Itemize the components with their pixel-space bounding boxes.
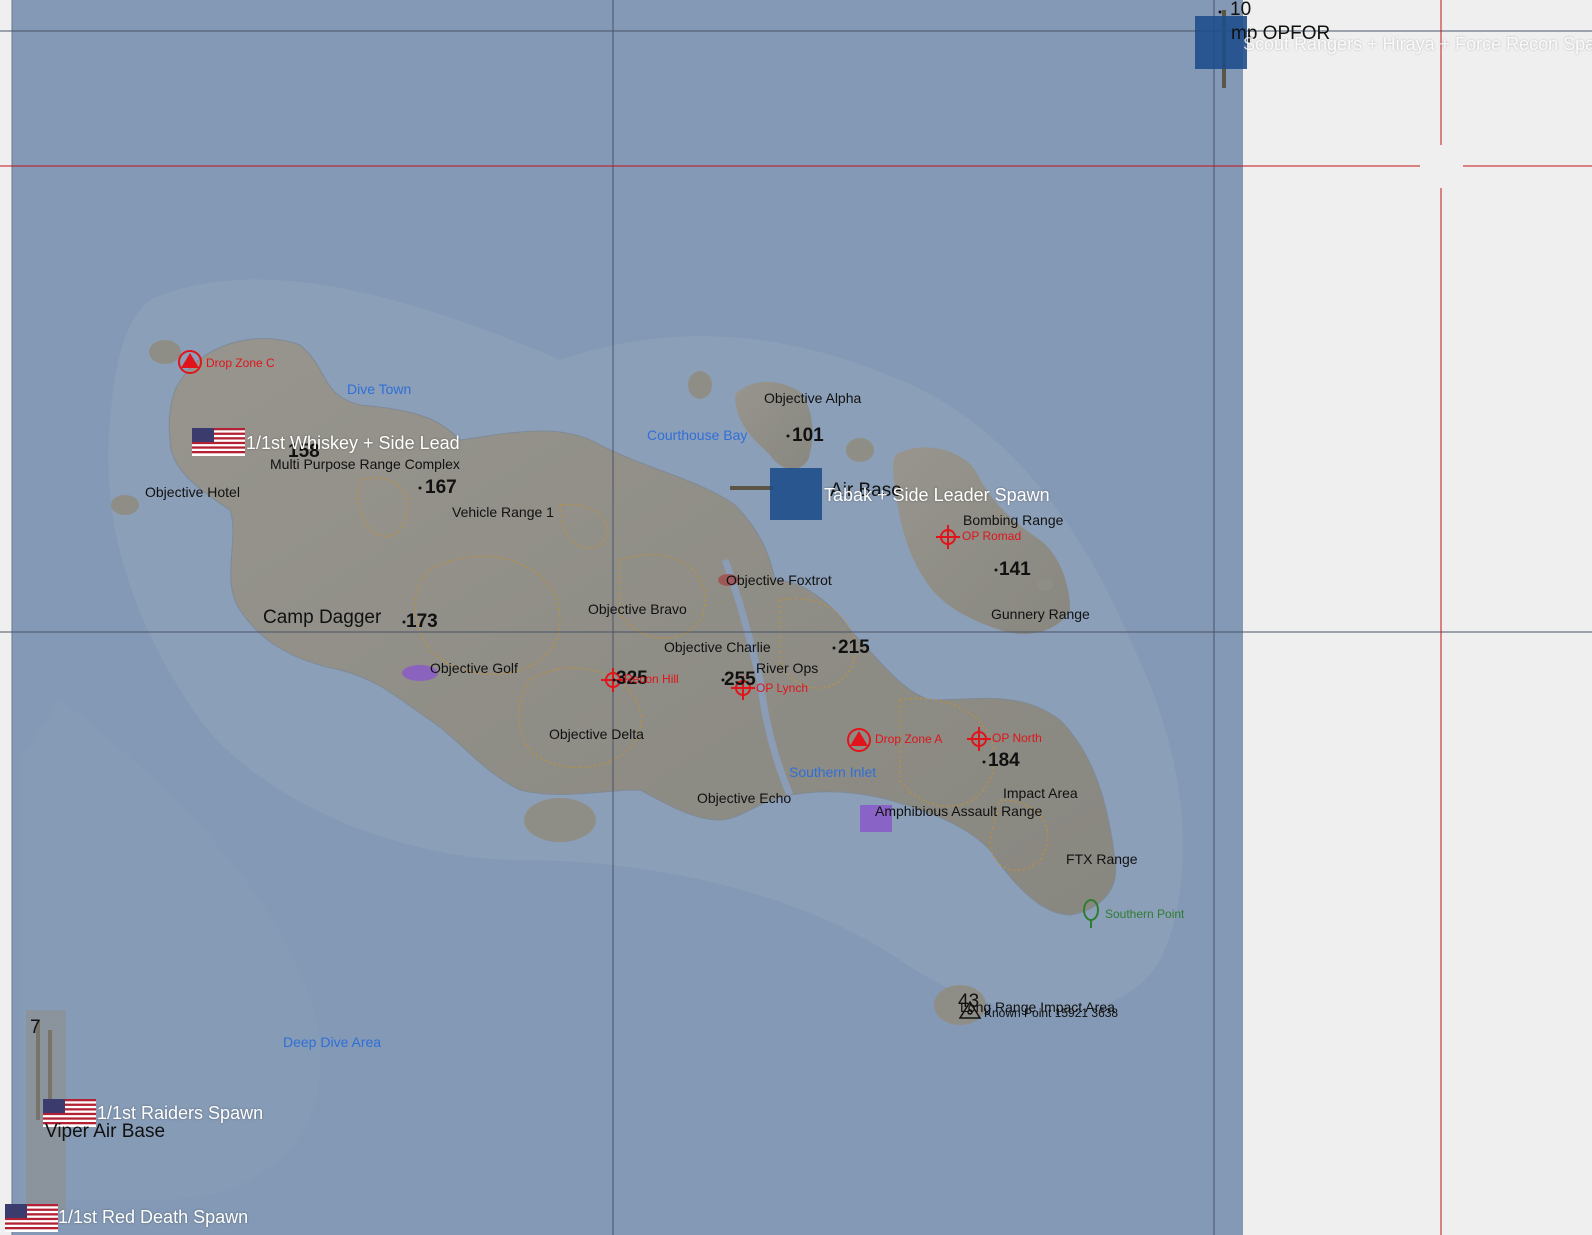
- elevation-label: 173: [406, 611, 438, 632]
- op-romad-label[interactable]: OP Romad: [962, 530, 1021, 542]
- ftx-range-label[interactable]: FTX Range: [1066, 852, 1138, 866]
- river-ops-label[interactable]: River Ops: [756, 661, 818, 675]
- objective-bravo-label[interactable]: Objective Bravo: [588, 602, 687, 616]
- scout-rangers-spawn-label[interactable]: Scout Rangers + Hiraya + Force Recon Spa…: [1243, 35, 1592, 53]
- op-north-label[interactable]: OP North: [992, 732, 1042, 744]
- elevation-label: 101: [792, 425, 824, 446]
- deep-dive-area-label[interactable]: Deep Dive Area: [283, 1035, 381, 1049]
- dive-town-label[interactable]: Dive Town: [347, 382, 411, 396]
- elevation-label: 7: [30, 1017, 41, 1038]
- elevation-label: 10: [1230, 0, 1252, 20]
- elevation-label: 167: [425, 477, 457, 498]
- elevation-label: 215: [838, 637, 870, 658]
- elevation-label: 141: [999, 559, 1031, 580]
- southern-inlet-label[interactable]: Southern Inlet: [789, 765, 876, 779]
- amphibious-range-label[interactable]: Amphibious Assault Range: [875, 804, 1042, 818]
- impact-area-label[interactable]: Impact Area: [1003, 786, 1078, 800]
- objective-alpha-label[interactable]: Objective Alpha: [764, 391, 861, 405]
- us-flag-icon: [192, 428, 245, 456]
- elevation-label: 184: [988, 750, 1020, 771]
- whiskey-spawn-label[interactable]: 1/1st Whiskey + Side Lead: [246, 434, 460, 452]
- elevation-label: 255: [724, 669, 756, 690]
- southern-point-label[interactable]: Southern Point: [1105, 908, 1184, 920]
- objective-foxtrot-label[interactable]: Objective Foxtrot: [726, 573, 832, 587]
- objective-echo-label[interactable]: Objective Echo: [697, 791, 791, 805]
- tabak-spawn-label[interactable]: Tabak + Side Leader Spawn: [824, 486, 1050, 504]
- objective-delta-label[interactable]: Objective Delta: [549, 727, 644, 741]
- objective-charlie-label[interactable]: Objective Charlie: [664, 640, 771, 654]
- multi-purpose-range-label[interactable]: Multi Purpose Range Complex: [270, 457, 460, 471]
- drop-zone-a-label[interactable]: Drop Zone A: [875, 733, 942, 745]
- op-lynch-label[interactable]: OP Lynch: [756, 682, 808, 694]
- camp-dagger-label[interactable]: Camp Dagger: [263, 608, 381, 627]
- drop-zone-c-label[interactable]: Drop Zone C: [206, 357, 275, 369]
- recon-hill-label[interactable]: Recon Hill: [624, 673, 679, 685]
- vehicle-range-label[interactable]: Vehicle Range 1: [452, 505, 554, 519]
- raiders-spawn-label[interactable]: 1/1st Raiders Spawn: [97, 1104, 263, 1122]
- red-death-spawn-label[interactable]: 1/1st Red Death Spawn: [58, 1208, 248, 1226]
- map-terrain: [0, 0, 1592, 1235]
- known-point-label[interactable]: Known Point 15921 3638: [984, 1007, 1118, 1019]
- gunnery-range-label[interactable]: Gunnery Range: [991, 607, 1090, 621]
- objective-hotel-label[interactable]: Objective Hotel: [145, 485, 240, 499]
- objective-golf-label[interactable]: Objective Golf: [430, 661, 518, 675]
- courthouse-bay-label[interactable]: Courthouse Bay: [647, 428, 747, 442]
- tabak-spawn-marker[interactable]: [770, 468, 822, 520]
- bombing-range-label[interactable]: Bombing Range: [963, 513, 1063, 527]
- map-canvas[interactable]: 10 101 167 158 173 141 215 325 255 184 4…: [0, 0, 1592, 1235]
- us-flag-icon: [5, 1204, 58, 1232]
- viper-air-base-label[interactable]: Viper Air Base: [45, 1122, 165, 1141]
